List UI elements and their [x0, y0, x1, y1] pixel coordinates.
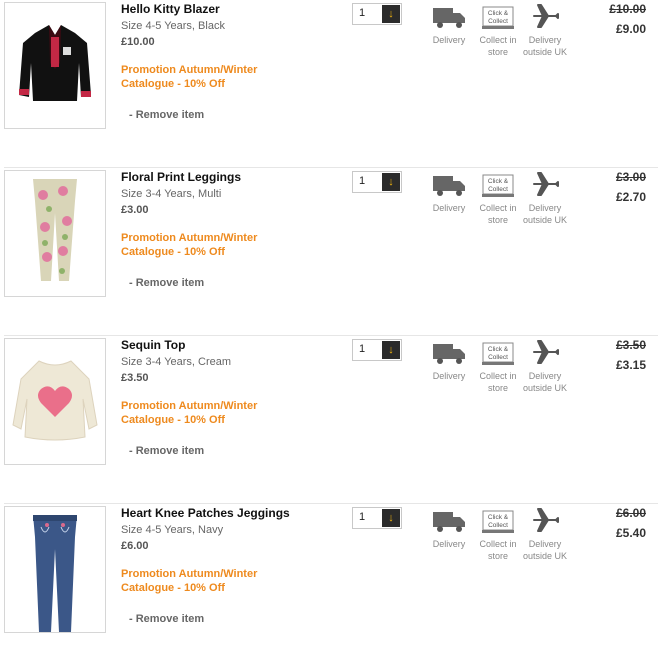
outside-uk-option: Delivery outside UK	[515, 336, 575, 394]
promotion-label: Promotion Autumn/Winter Catalogue - 10% …	[121, 568, 258, 594]
original-price: £6.00	[615, 506, 646, 520]
outside-uk-label: Delivery	[528, 203, 562, 213]
outside-uk-label: Delivery	[528, 35, 562, 45]
original-price: £10.00	[609, 2, 646, 16]
discounted-price: £2.70	[615, 190, 646, 204]
quantity-select[interactable]: 1 ↓	[352, 339, 402, 361]
product-size: Size 3-4 Years, Cream	[121, 356, 232, 368]
outside-uk-label: outside UK	[522, 47, 568, 57]
collect-icon-text: Collect	[488, 522, 508, 529]
collect-icon-text: Click &	[488, 178, 509, 185]
quantity-select[interactable]: 1 ↓	[352, 171, 402, 193]
collect-icon-text: Collect	[488, 354, 508, 361]
collect-icon-text: Click &	[488, 346, 509, 353]
outside-uk-label: outside UK	[522, 551, 568, 561]
outside-uk-label: Delivery	[528, 371, 562, 381]
collect-icon-text: Collect	[488, 18, 508, 25]
promotion-label: Promotion Autumn/Winter Catalogue - 10% …	[121, 400, 258, 426]
chevron-down-icon[interactable]: ↓	[382, 341, 400, 359]
unit-price: £3.00	[121, 204, 149, 216]
discounted-price: £3.15	[615, 358, 646, 372]
product-size: Size 3-4 Years, Multi	[121, 188, 222, 200]
outside-uk-option: Delivery outside UK	[515, 504, 575, 562]
original-price: £3.50	[615, 338, 646, 352]
outside-uk-option: Delivery outside UK	[515, 0, 575, 58]
product-image-jeggings[interactable]	[4, 506, 106, 633]
plane-icon	[515, 0, 575, 30]
chevron-down-icon[interactable]: ↓	[382, 509, 400, 527]
discounted-price: £5.40	[615, 526, 646, 540]
remove-item-link[interactable]: - Remove item	[129, 445, 204, 457]
promotion-label: Promotion Autumn/Winter Catalogue - 10% …	[121, 232, 258, 258]
promotion-label: Promotion Autumn/Winter Catalogue - 10% …	[121, 64, 258, 90]
original-price: £3.00	[615, 170, 646, 184]
product-name[interactable]: Sequin Top	[121, 338, 185, 352]
collect-icon-text: Click &	[488, 514, 509, 521]
outside-uk-label: Delivery	[528, 539, 562, 549]
quantity-value: 1	[359, 343, 366, 355]
chevron-down-icon[interactable]: ↓	[382, 173, 400, 191]
unit-price: £10.00	[121, 36, 155, 48]
product-image-leggings[interactable]	[4, 170, 106, 297]
collect-icon-text: Click &	[488, 10, 509, 17]
cart-item: Hello Kitty Blazer Size 4-5 Years, Black…	[0, 0, 662, 168]
product-size: Size 4-5 Years, Navy	[121, 524, 224, 536]
plane-icon	[515, 168, 575, 198]
product-name[interactable]: Floral Print Leggings	[121, 170, 241, 184]
discounted-price: £9.00	[615, 22, 646, 36]
quantity-value: 1	[359, 175, 366, 187]
plane-icon	[515, 504, 575, 534]
cart-item: Floral Print Leggings Size 3-4 Years, Mu…	[0, 168, 662, 336]
chevron-down-icon[interactable]: ↓	[382, 5, 400, 23]
plane-icon	[515, 336, 575, 366]
remove-item-link[interactable]: - Remove item	[129, 277, 204, 289]
cart-item: Heart Knee Patches Jeggings Size 4-5 Yea…	[0, 504, 662, 672]
quantity-select[interactable]: 1 ↓	[352, 3, 402, 25]
product-name[interactable]: Hello Kitty Blazer	[121, 2, 220, 16]
remove-item-link[interactable]: - Remove item	[129, 613, 204, 625]
quantity-value: 1	[359, 511, 366, 523]
cart-item: Sequin Top Size 3-4 Years, Cream £3.50 P…	[0, 336, 662, 504]
unit-price: £3.50	[121, 372, 149, 384]
quantity-select[interactable]: 1 ↓	[352, 507, 402, 529]
unit-price: £6.00	[121, 540, 149, 552]
product-size: Size 4-5 Years, Black	[121, 20, 225, 32]
outside-uk-label: outside UK	[522, 215, 568, 225]
product-name[interactable]: Heart Knee Patches Jeggings	[121, 506, 290, 520]
quantity-value: 1	[359, 7, 366, 19]
outside-uk-label: outside UK	[522, 383, 568, 393]
outside-uk-option: Delivery outside UK	[515, 168, 575, 226]
product-image-sequin-top[interactable]	[4, 338, 106, 465]
product-image-blazer[interactable]	[4, 2, 106, 129]
collect-icon-text: Collect	[488, 186, 508, 193]
remove-item-link[interactable]: - Remove item	[129, 109, 204, 121]
